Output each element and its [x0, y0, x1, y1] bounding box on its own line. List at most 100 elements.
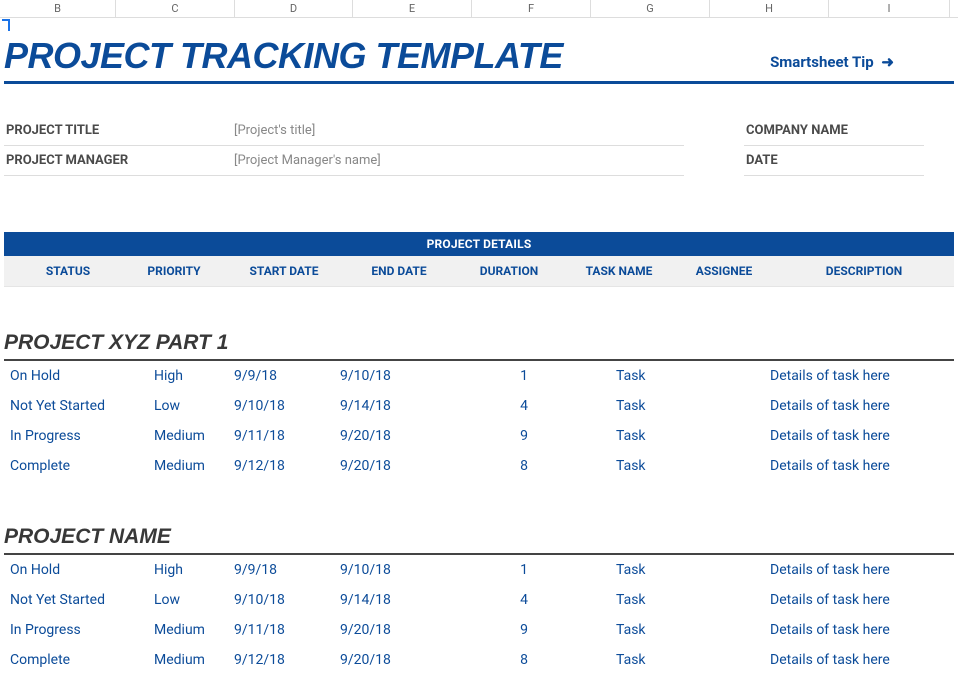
cell-start[interactable]: 9/11/18: [234, 622, 340, 638]
column-header-b[interactable]: B: [0, 0, 116, 17]
column-header-g[interactable]: G: [591, 0, 710, 17]
cell-status[interactable]: Not Yet Started: [4, 592, 128, 608]
header-task: TASK NAME: [564, 264, 674, 278]
cell-priority[interactable]: Medium: [128, 652, 234, 668]
header-desc: DESCRIPTION: [774, 264, 954, 278]
cell-end[interactable]: 9/20/18: [340, 622, 460, 638]
project-manager-label: PROJECT MANAGER: [4, 153, 234, 168]
cell-duration[interactable]: 4: [460, 398, 588, 414]
cell-priority[interactable]: Medium: [128, 458, 234, 474]
column-header-f[interactable]: F: [472, 0, 591, 17]
cell-duration[interactable]: 4: [460, 592, 588, 608]
cell-assignee[interactable]: [700, 458, 770, 474]
cell-assignee[interactable]: [700, 368, 770, 384]
cell-duration[interactable]: 1: [460, 368, 588, 384]
cell-status[interactable]: Not Yet Started: [4, 398, 128, 414]
cell-status[interactable]: Complete: [4, 458, 128, 474]
table-row[interactable]: CompleteMedium9/12/189/20/188Task Details…: [4, 645, 954, 675]
cell-task[interactable]: Task: [588, 368, 700, 384]
company-name-row: COMPANY NAME: [744, 116, 924, 146]
section-title: PROJECT XYZ PART 1: [4, 331, 954, 361]
column-header-h[interactable]: H: [710, 0, 829, 17]
cell-end[interactable]: 9/20/18: [340, 652, 460, 668]
cell-status[interactable]: In Progress: [4, 622, 128, 638]
cell-desc[interactable]: Details of task here: [770, 622, 954, 638]
column-header-i[interactable]: I: [829, 0, 950, 17]
cell-status[interactable]: On Hold: [4, 368, 128, 384]
cell-start[interactable]: 9/12/18: [234, 458, 340, 474]
table-row[interactable]: Not Yet StartedLow9/10/189/14/184Task Det…: [4, 585, 954, 615]
cell-assignee[interactable]: [700, 428, 770, 444]
cell-start[interactable]: 9/10/18: [234, 398, 340, 414]
page-title: PROJECT TRACKING TEMPLATE: [4, 35, 563, 77]
column-header-c[interactable]: C: [116, 0, 235, 17]
project-details-band: PROJECT DETAILS: [4, 232, 954, 256]
cell-duration[interactable]: 9: [460, 622, 588, 638]
cell-task[interactable]: Task: [588, 592, 700, 608]
cell-priority[interactable]: High: [128, 368, 234, 384]
cell-desc[interactable]: Details of task here: [770, 458, 954, 474]
cell-priority[interactable]: Medium: [128, 428, 234, 444]
smartsheet-tip-link[interactable]: Smartsheet Tip ➜: [770, 53, 954, 77]
cell-desc[interactable]: Details of task here: [770, 592, 954, 608]
cell-task[interactable]: Task: [588, 458, 700, 474]
cell-task[interactable]: Task: [588, 428, 700, 444]
cell-priority[interactable]: Medium: [128, 622, 234, 638]
header-assignee: ASSIGNEE: [674, 264, 774, 278]
cell-end[interactable]: 9/20/18: [340, 458, 460, 474]
cell-desc[interactable]: Details of task here: [770, 398, 954, 414]
cell-priority[interactable]: High: [128, 562, 234, 578]
cell-assignee[interactable]: [700, 562, 770, 578]
column-header-e[interactable]: E: [353, 0, 472, 17]
header-end: END DATE: [344, 264, 454, 278]
table-row[interactable]: CompleteMedium9/12/189/20/188Task Details…: [4, 451, 954, 481]
selected-cell-indicator: [2, 19, 10, 31]
cell-end[interactable]: 9/20/18: [340, 428, 460, 444]
cell-end[interactable]: 9/14/18: [340, 592, 460, 608]
cell-priority[interactable]: Low: [128, 398, 234, 414]
project-title-row: PROJECT TITLE [Project's title]: [4, 116, 684, 146]
cell-desc[interactable]: Details of task here: [770, 562, 954, 578]
meta-block: PROJECT TITLE [Project's title] PROJECT …: [4, 116, 954, 176]
cell-duration[interactable]: 8: [460, 458, 588, 474]
cell-task[interactable]: Task: [588, 652, 700, 668]
cell-status[interactable]: On Hold: [4, 562, 128, 578]
cell-desc[interactable]: Details of task here: [770, 368, 954, 384]
columns-header: STATUS PRIORITY START DATE END DATE DURA…: [4, 256, 954, 287]
cell-duration[interactable]: 8: [460, 652, 588, 668]
date-label: DATE: [744, 153, 924, 168]
cell-assignee[interactable]: [700, 592, 770, 608]
date-row: DATE: [744, 146, 924, 176]
cell-priority[interactable]: Low: [128, 592, 234, 608]
table-row[interactable]: In ProgressMedium9/11/189/20/189Task Deta…: [4, 421, 954, 451]
cell-assignee[interactable]: [700, 652, 770, 668]
cell-task[interactable]: Task: [588, 398, 700, 414]
cell-status[interactable]: In Progress: [4, 428, 128, 444]
cell-end[interactable]: 9/14/18: [340, 398, 460, 414]
cell-assignee[interactable]: [700, 398, 770, 414]
cell-start[interactable]: 9/10/18: [234, 592, 340, 608]
project-manager-value[interactable]: [Project Manager's name]: [234, 153, 381, 168]
table-row[interactable]: On HoldHigh9/9/189/10/181Task Details of …: [4, 555, 954, 585]
table-row[interactable]: On HoldHigh9/9/189/10/181Task Details of …: [4, 361, 954, 391]
cell-duration[interactable]: 9: [460, 428, 588, 444]
project-title-value[interactable]: [Project's title]: [234, 123, 315, 138]
section-title: PROJECT NAME: [4, 525, 954, 555]
cell-end[interactable]: 9/10/18: [340, 562, 460, 578]
cell-duration[interactable]: 1: [460, 562, 588, 578]
column-header-d[interactable]: D: [235, 0, 353, 17]
table-row[interactable]: In ProgressMedium9/11/189/20/189Task Deta…: [4, 615, 954, 645]
cell-start[interactable]: 9/12/18: [234, 652, 340, 668]
cell-desc[interactable]: Details of task here: [770, 652, 954, 668]
table-row[interactable]: Not Yet StartedLow9/10/189/14/184Task Det…: [4, 391, 954, 421]
cell-status[interactable]: Complete: [4, 652, 128, 668]
cell-end[interactable]: 9/10/18: [340, 368, 460, 384]
cell-task[interactable]: Task: [588, 622, 700, 638]
cell-assignee[interactable]: [700, 622, 770, 638]
cell-task[interactable]: Task: [588, 562, 700, 578]
cell-desc[interactable]: Details of task here: [770, 428, 954, 444]
cell-start[interactable]: 9/11/18: [234, 428, 340, 444]
title-row: PROJECT TRACKING TEMPLATE Smartsheet Tip…: [4, 35, 954, 84]
cell-start[interactable]: 9/9/18: [234, 562, 340, 578]
cell-start[interactable]: 9/9/18: [234, 368, 340, 384]
